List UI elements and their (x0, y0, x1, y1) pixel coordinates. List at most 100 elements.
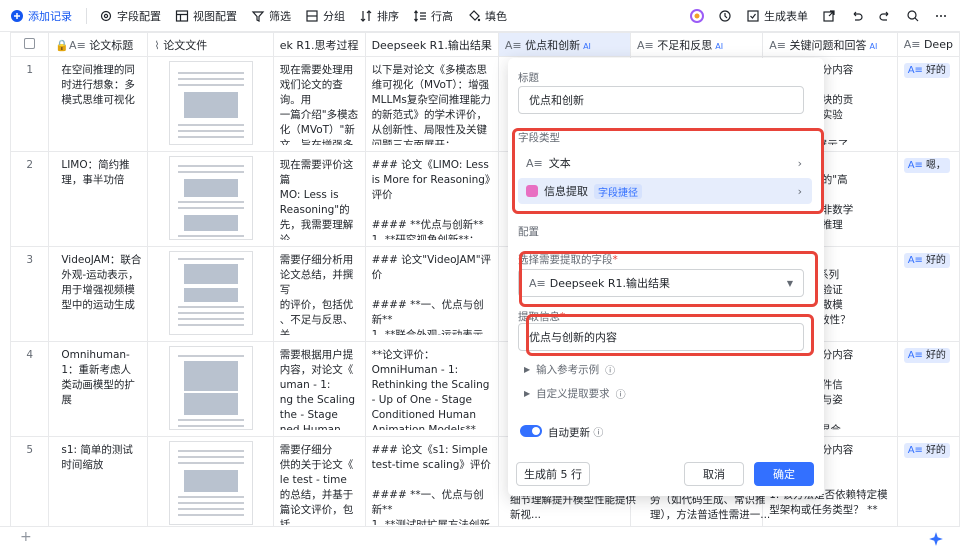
column-header[interactable]: Deepseek R1.输出结果 (364, 32, 499, 57)
paper-file-cell[interactable] (147, 151, 274, 247)
caret-right-icon: ▶ (524, 365, 531, 374)
fill-color-button[interactable]: 填色 (467, 8, 507, 24)
annotation-box (512, 128, 824, 214)
info-icon: ⓘ (605, 366, 616, 377)
output-cell[interactable]: ### 论文《LIMO: Less is More for Reasoning》… (364, 151, 499, 247)
more-icon[interactable] (934, 9, 948, 23)
title-label: 标题 (518, 72, 539, 84)
share-icon[interactable] (822, 9, 836, 23)
cell-text: Omnihuman-1：重新考虑人类动画模型的扩展 (61, 349, 135, 406)
info-icon: ⓘ (615, 390, 626, 401)
cell-text: ### 论文《s1: Simple test-time scaling》评价 #… (371, 444, 491, 525)
select-all-checkbox[interactable] (10, 32, 50, 57)
group-button[interactable]: 分组 (305, 8, 345, 24)
cell-text: LIMO：简约推理，事半功倍 (61, 159, 130, 186)
column-header[interactable]: A≡ 不足和反思 AI (630, 32, 764, 57)
field-config-button[interactable]: 字段配置 (99, 8, 161, 24)
ai-text-icon: A≡ (907, 350, 923, 361)
form-icon (746, 9, 760, 23)
output-cell[interactable]: 以下是对论文《多模态思维可视化（MVoT）：增强MLLMs复杂空间推理能力的新范… (364, 56, 499, 152)
search-icon[interactable] (906, 9, 920, 23)
column-header[interactable]: A≡ Deep (896, 32, 960, 57)
custom-requirements-expander[interactable]: ▶ 自定义提取要求 ⓘ (524, 386, 626, 401)
pdf-thumbnail[interactable] (168, 346, 253, 430)
thinking-cell[interactable]: 需要根据用户提 内容，对论文《 uman - 1: ng the Scaling… (272, 341, 366, 437)
ai-assistant-icon[interactable] (690, 9, 704, 23)
add-record-label: 添加记录 (28, 9, 72, 23)
paper-file-cell[interactable] (147, 56, 274, 152)
gear-icon (99, 9, 113, 23)
sort-button[interactable]: 排序 (359, 8, 399, 24)
row-number[interactable]: 3 (10, 246, 50, 342)
paper-file-cell[interactable] (147, 436, 274, 526)
deep-cell[interactable]: A≡ 好的 (896, 56, 960, 152)
column-header[interactable]: 🔒A≡ 论文标题 (48, 32, 149, 57)
view-config-button[interactable]: 视图配置 (175, 8, 237, 24)
deep-cell[interactable]: A≡ 好的 (896, 436, 960, 526)
thinking-cell[interactable]: 现在需要评价这篇 MO: Less is Reasoning"的 先，我需要理解… (272, 151, 366, 247)
column-header[interactable]: A≡ 关键问题和回答 AI (762, 32, 898, 57)
ai-result-tag: A≡ 好的 (903, 348, 950, 363)
paper-file-cell[interactable] (147, 341, 274, 437)
deep-cell[interactable]: A≡ 好的 (896, 341, 960, 437)
ai-result-tag: A≡ 好的 (903, 443, 950, 458)
paper-title-cell[interactable]: s1: 简单的测试时间缩放 (48, 436, 149, 526)
row-number[interactable]: 2 (10, 151, 50, 247)
view-icon (175, 9, 189, 23)
annotation-box (519, 251, 818, 307)
text-field-icon: A≡ (903, 38, 924, 51)
paper-title-cell[interactable]: 在空间推理的同时进行想象：多模式思维可视化 (48, 56, 149, 152)
filter-label: 筛选 (269, 9, 291, 23)
cell-text: 4 (26, 349, 34, 361)
title-input[interactable]: 优点和创新 (518, 86, 804, 114)
thinking-cell[interactable]: 需要仔细分析用 论文总结，并撰写 的评价，包括优 、不足与反思、关 三个部分。首… (272, 246, 366, 342)
add-record-button[interactable]: 添加记录 (10, 8, 72, 24)
thinking-cell[interactable]: 需要仔细分 供的关于论文《 le test - time 的总结，并基于 篇论文… (272, 436, 366, 526)
output-cell[interactable]: **论文评价：OmniHuman - 1: Rethinking the Sca… (364, 341, 499, 437)
automation-icon[interactable] (718, 9, 732, 23)
column-header[interactable]: ek R1.思考过程 (272, 32, 366, 57)
caret-right-icon: ▶ (524, 389, 531, 398)
fill-color-label: 填色 (485, 9, 507, 23)
cell-text: VideoJAM：联合外观-运动表示，用于增强视频模型中的运动生成 (61, 254, 142, 311)
row-number[interactable]: 5 (10, 436, 50, 526)
row-number[interactable]: 1 (10, 56, 50, 152)
toolbar: 添加记录 字段配置 视图配置 筛选 分组 排序 行高 填色 生成表单 (0, 0, 960, 32)
thinking-cell[interactable]: 现在需要处理用 戏们论文的查询。用 一篇介绍"多模态 化（MVoT）"新 文，旨… (272, 56, 366, 152)
paper-title-cell[interactable]: LIMO：简约推理，事半功倍 (48, 151, 149, 247)
row-height-button[interactable]: 行高 (413, 8, 453, 24)
deep-cell[interactable]: A≡ 嗯， (896, 151, 960, 247)
paper-title-cell[interactable]: VideoJAM：联合外观-运动表示，用于增强视频模型中的运动生成 (48, 246, 149, 342)
column-header-active[interactable]: A≡ 优点和创新 AI (497, 32, 632, 57)
text-field-icon: A≡ (504, 38, 526, 52)
ai-result-tag: A≡ 好的 (903, 63, 950, 78)
toolbar-right: 生成表单 (690, 0, 948, 32)
confirm-button[interactable]: 确定 (754, 462, 814, 486)
cell-text-fragment: 细节理解提升模型性能提供新视... (510, 494, 636, 521)
filter-button[interactable]: 筛选 (251, 8, 291, 24)
add-examples-expander[interactable]: ▶ 输入参考示例 ⓘ (524, 362, 615, 377)
column-header[interactable]: ⌇ 论文文件 (147, 32, 274, 57)
pdf-thumbnail[interactable] (168, 251, 253, 335)
pdf-thumbnail[interactable] (168, 61, 253, 145)
cell-text: 在空间推理的同时进行想象：多模式思维可视化 (61, 64, 135, 106)
deep-cell[interactable]: A≡ 好的 (896, 246, 960, 342)
sparkle-icon[interactable] (928, 531, 944, 547)
cancel-button[interactable]: 取消 (684, 462, 744, 486)
lock-text-icon: 🔒A≡ (55, 38, 90, 52)
pdf-thumbnail[interactable] (168, 156, 253, 240)
pdf-thumbnail[interactable] (168, 441, 253, 525)
undo-icon[interactable] (850, 9, 864, 23)
generate-form-button[interactable]: 生成表单 (746, 8, 808, 24)
paper-file-cell[interactable] (147, 246, 274, 342)
generate-preview-button[interactable]: 生成前 5 行 (516, 462, 590, 486)
output-cell[interactable]: ### 论文"VideoJAM"评价 #### **一、优点与创新** 1. *… (364, 246, 499, 342)
auto-update-toggle[interactable] (520, 425, 542, 437)
paper-title-cell[interactable]: Omnihuman-1：重新考虑人类动画模型的扩展 (48, 341, 149, 437)
annotation-box (526, 314, 814, 356)
output-cell[interactable]: ### 论文《s1: Simple test-time scaling》评价 #… (364, 436, 499, 526)
row-number[interactable]: 4 (10, 341, 50, 437)
paint-bucket-icon (467, 9, 481, 23)
redo-icon[interactable] (878, 9, 892, 23)
add-row-icon[interactable]: + (20, 529, 32, 545)
